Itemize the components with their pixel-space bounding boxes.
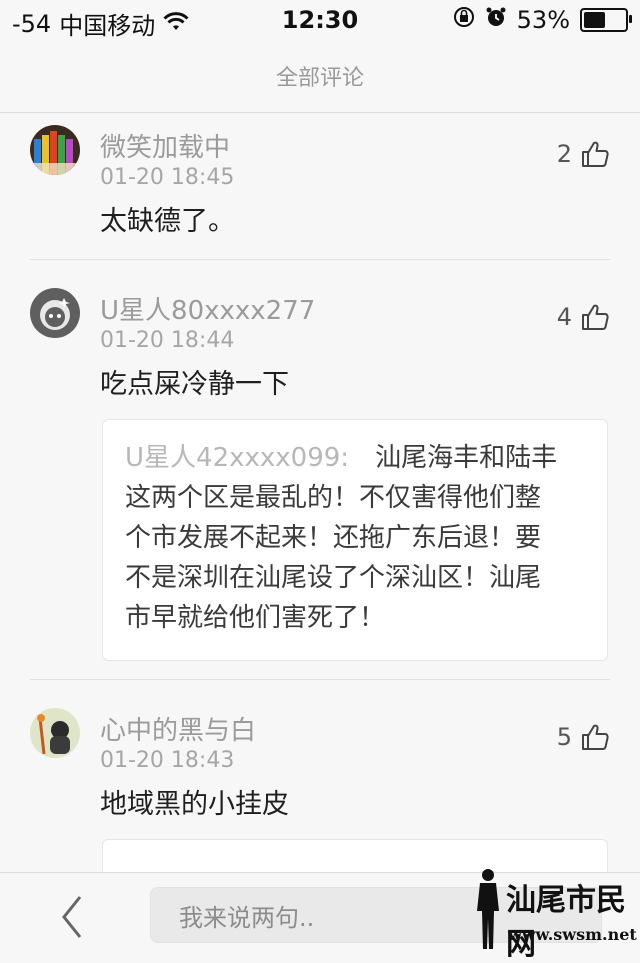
comment-timestamp: 01-20 18:45	[100, 165, 235, 190]
battery-icon	[580, 8, 632, 32]
figure-avatar-icon	[30, 708, 80, 758]
like-count: 5	[556, 723, 572, 751]
like-count: 4	[556, 303, 572, 331]
like-button[interactable]: 4	[557, 302, 610, 332]
thumbs-up-icon	[582, 141, 609, 167]
like-button[interactable]: 5	[557, 722, 610, 752]
figure-silhouette-icon	[477, 869, 499, 949]
watermark-logo: 汕尾市民网 www.swsm.net	[472, 867, 637, 962]
comment-input-placeholder: 我来说两句..	[179, 903, 315, 932]
thumbs-up-icon	[582, 724, 609, 750]
like-count: 2	[556, 140, 572, 168]
rotation-lock-icon	[453, 6, 475, 34]
quote-line: U星人42xxxx099: 汕尾海丰和陆丰	[125, 438, 585, 478]
quote-line: 这两个区是最乱的！不仅害得他们整	[125, 483, 542, 513]
comment-item[interactable]: 微笑加载中 01-20 18:45 太缺德了。 2	[0, 113, 640, 260]
comment-text: 太缺德了。	[100, 206, 235, 237]
comment-username[interactable]: 心中的黑与白	[100, 710, 256, 747]
comment-list[interactable]: 微笑加载中 01-20 18:45 太缺德了。 2 U星人80xxxx277 0…	[0, 113, 640, 873]
comment-username[interactable]: U星人80xxxx277	[100, 290, 315, 327]
pencils-avatar-icon	[30, 125, 80, 175]
avatar[interactable]	[30, 288, 80, 338]
page-title: 全部评论	[275, 66, 364, 91]
chevron-left-icon	[62, 896, 82, 938]
battery-level	[584, 12, 605, 28]
quoted-comment[interactable]: U星人42xxxx099: 汕尾海丰和陆丰 这两个区是最乱的！不仅害得他们整 个市…	[102, 419, 608, 661]
quote-text: 汕尾海丰和陆丰	[375, 443, 558, 473]
quote-line: 不是深圳在汕尾设了个深汕区！汕尾	[125, 563, 542, 593]
avatar[interactable]	[30, 125, 80, 175]
status-bar: -54 中国移动 12:30 53%	[0, 0, 640, 40]
quote-line: 个市发展不起来！还拖广东后退！要	[125, 523, 542, 553]
alarm-icon	[485, 6, 507, 34]
alien-avatar-icon	[30, 288, 80, 338]
thumbs-up-icon	[582, 304, 609, 330]
quote-author[interactable]: U星人42xxxx099:	[125, 443, 349, 473]
avatar[interactable]	[30, 708, 80, 758]
comment-text: 吃点屎冷静一下	[100, 369, 289, 400]
comment-username[interactable]: 微笑加载中	[100, 127, 230, 164]
status-right: 53%	[453, 6, 632, 34]
bottom-bar: 我来说两句.. 汕尾市民网 www.swsm.net	[0, 869, 640, 962]
watermark-url: www.swsm.net	[508, 925, 637, 944]
back-button[interactable]	[52, 893, 92, 941]
like-button[interactable]: 2	[557, 139, 610, 169]
comment-item[interactable]: 心中的黑与白 01-20 18:43 地域黑的小挂皮 5	[0, 680, 640, 873]
comment-text: 地域黑的小挂皮	[100, 789, 289, 820]
comment-item[interactable]: U星人80xxxx277 01-20 18:44 吃点屎冷静一下 4 U星人42…	[0, 260, 640, 680]
watermark-text: 汕尾市民网	[506, 883, 626, 962]
nav-header: 全部评论	[0, 40, 640, 113]
comment-timestamp: 01-20 18:44	[100, 328, 235, 353]
battery-percent: 53%	[516, 6, 570, 34]
quote-line: 市早就给他们害死了！	[125, 603, 386, 633]
comment-timestamp: 01-20 18:43	[100, 748, 235, 773]
